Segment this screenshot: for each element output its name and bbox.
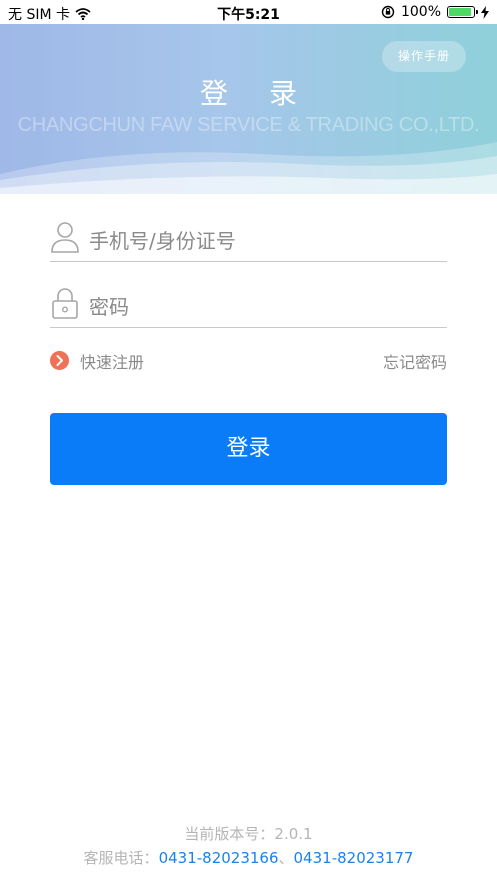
service-phone-2[interactable]: 0431-82023177 [294, 849, 414, 867]
service-label: 客服电话： [83, 849, 159, 867]
phone-separator: 、 [278, 849, 294, 867]
service-phone-1[interactable]: 0431-82023166 [159, 849, 279, 867]
login-form: 手机号/身份证号 密码 快速注册 忘记密码 [50, 214, 447, 380]
battery-icon [447, 6, 478, 18]
username-input[interactable]: 手机号/身份证号 [89, 225, 236, 254]
chevron-right-icon[interactable] [50, 351, 69, 370]
footer-info: 当前版本号：2.0.1 客服电话：0431-82023166、0431-8202… [0, 823, 497, 871]
version-label: 当前版本号：2.0.1 [184, 825, 313, 843]
charging-icon [481, 5, 489, 19]
user-icon [51, 222, 79, 253]
auth-links-row: 快速注册 忘记密码 [50, 340, 447, 380]
customer-service-line: 客服电话：0431-82023166、0431-82023177 [0, 847, 497, 871]
password-input[interactable]: 密码 [89, 291, 129, 320]
page-title: 登 录 [200, 77, 313, 110]
battery-percent: 100% [400, 4, 441, 20]
forgot-password-link[interactable]: 忘记密码 [383, 349, 447, 373]
login-button[interactable]: 登录 [50, 413, 447, 485]
login-header-banner: 操作手册 登 录 CHANGCHUN FAW SERVICE & TRADING… [0, 24, 497, 194]
user-manual-button[interactable]: 操作手册 [382, 41, 466, 72]
quick-register-link[interactable]: 快速注册 [80, 349, 144, 373]
orientation-lock-icon [381, 5, 395, 19]
lock-icon [52, 288, 78, 319]
username-field[interactable]: 手机号/身份证号 [50, 214, 447, 262]
password-field[interactable]: 密码 [50, 280, 447, 328]
wave-decoration [0, 142, 497, 194]
status-bar: 无 SIM 卡 下午5:21 100% [0, 0, 497, 24]
